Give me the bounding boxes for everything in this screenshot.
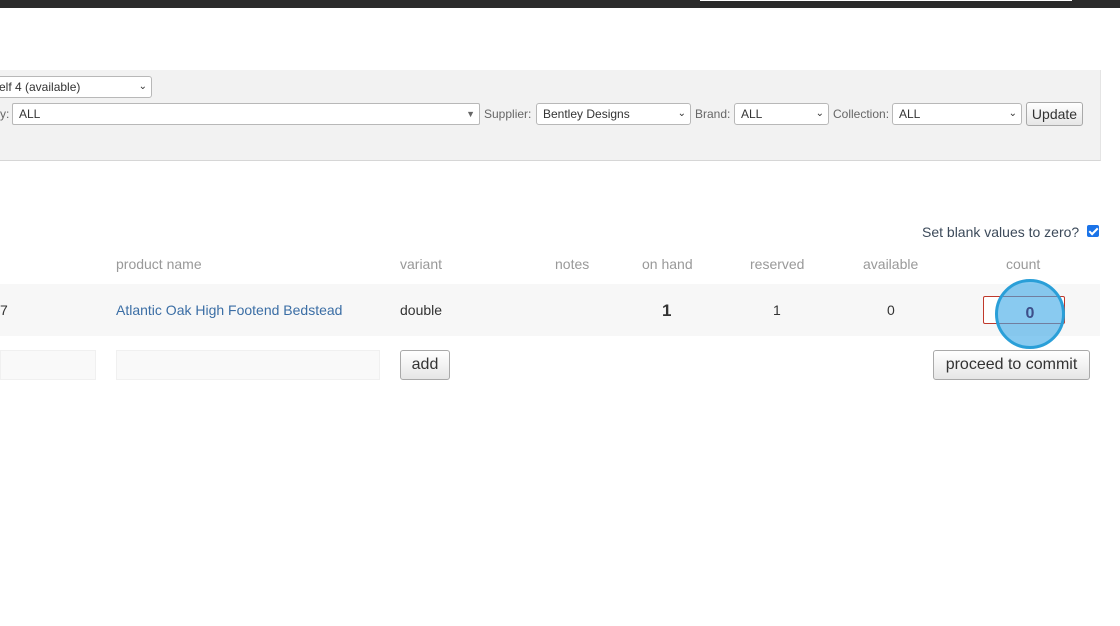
column-header-on-hand[interactable]: on hand: [642, 256, 693, 272]
category-select-value: ALL: [19, 107, 41, 121]
brand-select[interactable]: ALL ⌄: [734, 103, 829, 125]
brand-select-value: ALL: [741, 107, 763, 121]
product-name-link[interactable]: Atlantic Oak High Footend Bedstead: [116, 302, 342, 318]
address-bar-edge: [700, 0, 1072, 1]
collection-label: Collection:: [833, 107, 890, 121]
reserved-cell: 1: [773, 302, 781, 318]
chevron-down-icon: ⌄: [1008, 108, 1017, 119]
click-highlight: 0: [995, 279, 1065, 349]
blank-to-zero-checkbox[interactable]: [1087, 225, 1099, 237]
blank-to-zero-label: Set blank values to zero?: [922, 224, 1080, 240]
column-header-notes[interactable]: notes: [555, 256, 589, 272]
browser-top-bar: [0, 0, 1120, 8]
column-header-available[interactable]: available: [863, 256, 918, 272]
variant-cell: double: [400, 302, 443, 318]
filter-panel: elf 4 (available) ⌄ y: ALL ▼ Supplier: B…: [0, 70, 1101, 161]
supplier-label: Supplier:: [484, 107, 532, 121]
row-id-fragment: 7: [0, 302, 8, 318]
chevron-down-icon: ⌄: [815, 108, 824, 119]
chevron-down-icon: ⌄: [677, 108, 686, 119]
brand-label: Brand:: [695, 107, 731, 121]
add-product-input[interactable]: [116, 350, 380, 380]
add-sku-input[interactable]: [0, 350, 96, 380]
column-header-product-name[interactable]: product name: [116, 256, 202, 272]
supplier-select[interactable]: Bentley Designs ⌄: [536, 103, 691, 125]
collection-select-value: ALL: [899, 107, 921, 121]
chevron-down-icon: ⌄: [138, 81, 147, 92]
triangle-down-icon: ▼: [466, 109, 475, 119]
add-button[interactable]: add: [400, 350, 450, 380]
column-header-reserved[interactable]: reserved: [750, 256, 804, 272]
column-header-variant[interactable]: variant: [400, 256, 442, 272]
column-header-count[interactable]: count: [1006, 256, 1040, 272]
location-select-value: elf 4 (available): [0, 80, 81, 94]
category-label: y:: [0, 107, 10, 121]
category-select[interactable]: ALL ▼: [12, 103, 480, 125]
collection-select[interactable]: ALL ⌄: [892, 103, 1022, 125]
update-button[interactable]: Update: [1026, 102, 1083, 126]
location-select[interactable]: elf 4 (available) ⌄: [0, 76, 152, 98]
on-hand-cell: 1: [662, 301, 672, 320]
supplier-select-value: Bentley Designs: [543, 107, 630, 121]
available-cell: 0: [887, 302, 895, 318]
proceed-to-commit-button[interactable]: proceed to commit: [933, 350, 1090, 380]
